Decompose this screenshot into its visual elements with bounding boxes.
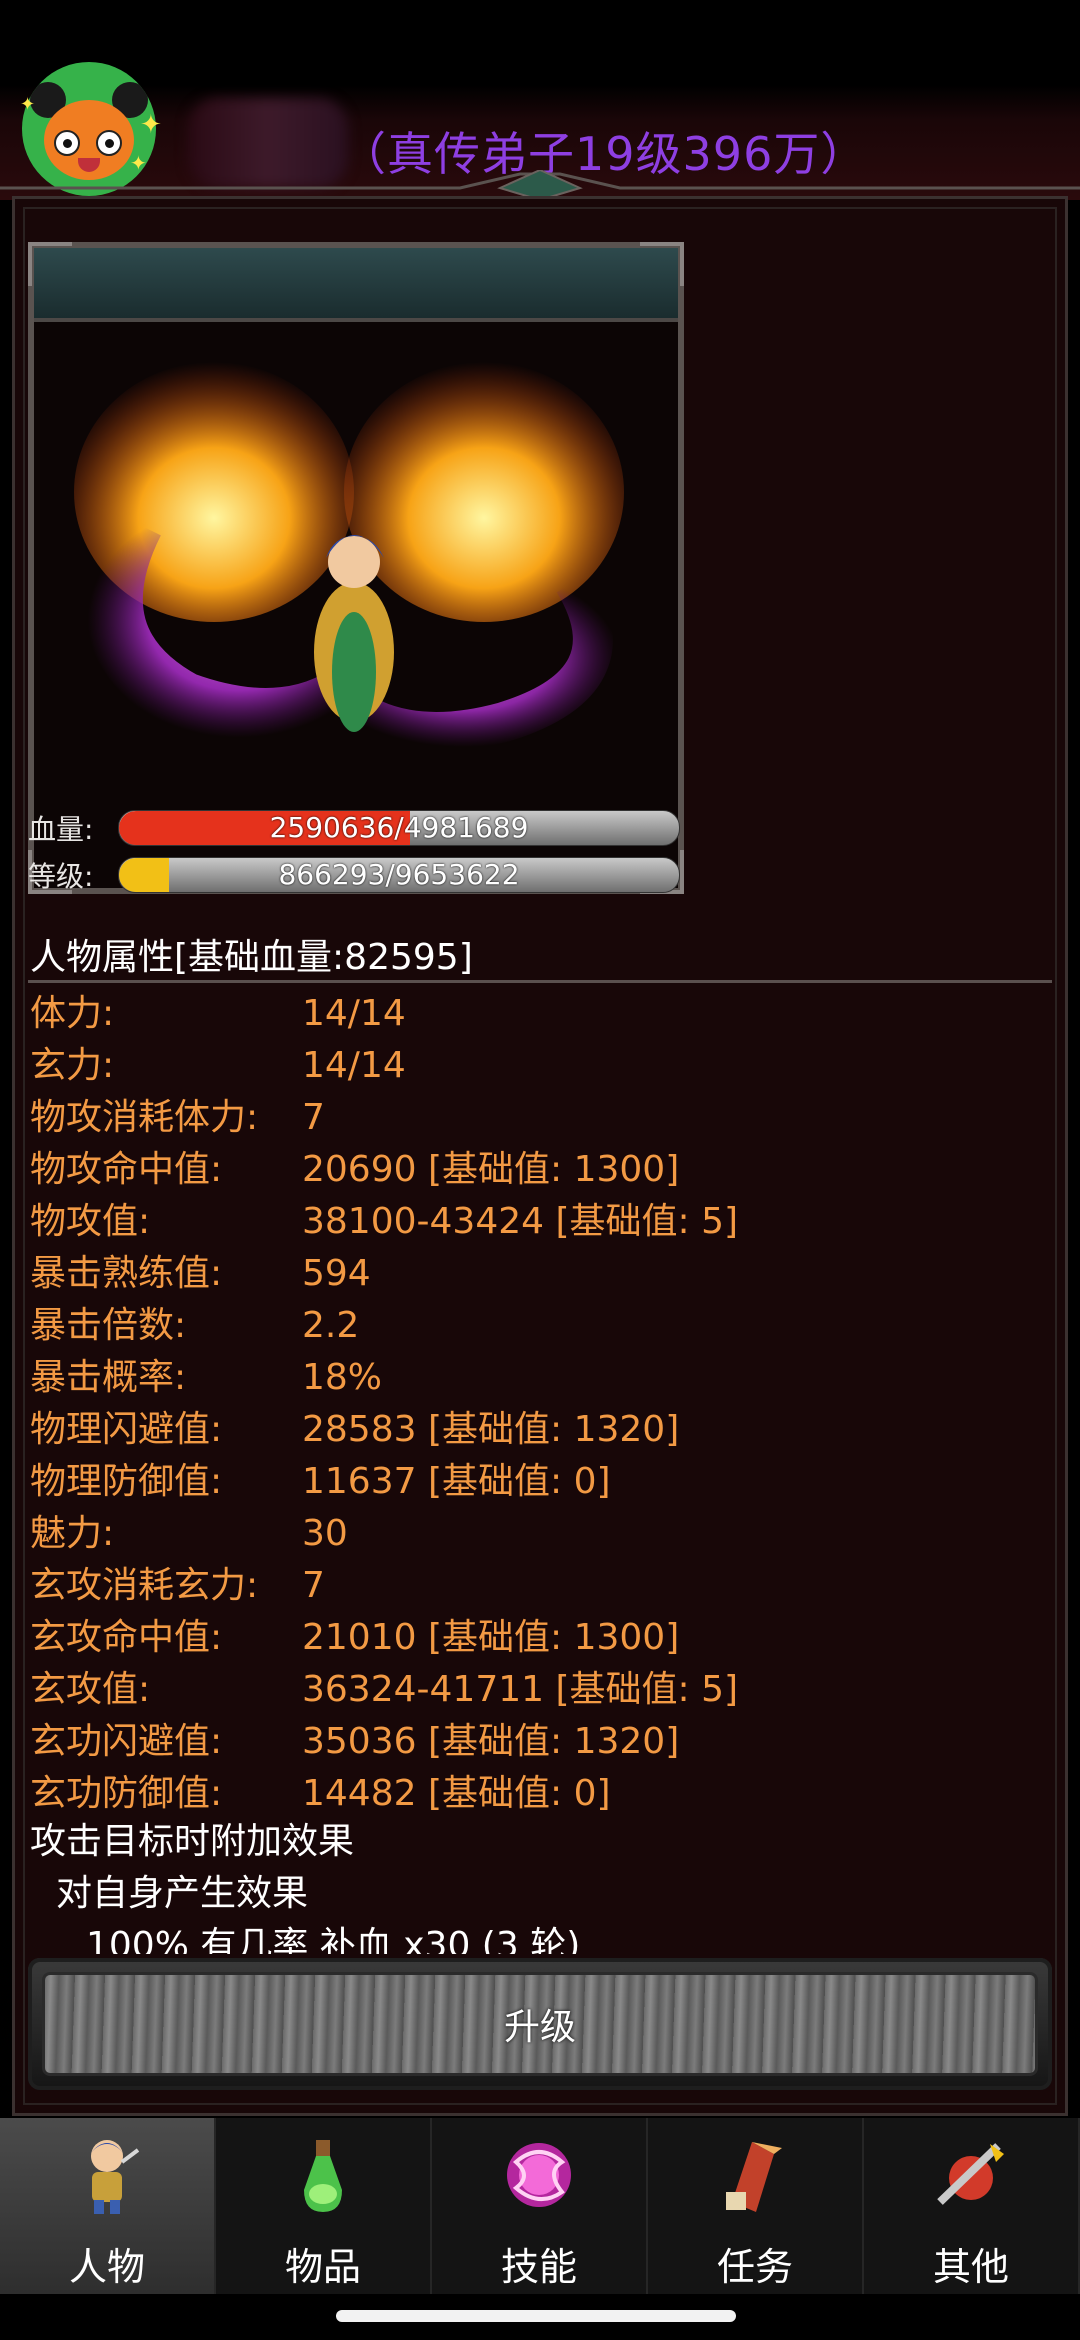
- attribute-value: 21010 [基础值: 1300]: [302, 1617, 680, 1658]
- attribute-value: 14/14: [302, 993, 406, 1034]
- attribute-row: 玄力: 14/14: [30, 1040, 1060, 1092]
- nav-tab-0[interactable]: 人物: [0, 2118, 216, 2294]
- attribute-value: 20690 [基础值: 1300]: [302, 1149, 680, 1190]
- attribute-key: 暴击概率:: [30, 1357, 187, 1398]
- attribute-key: 物攻消耗体力:: [30, 1097, 259, 1138]
- attribute-row: 物攻值: 38100-43424 [基础值: 5]: [30, 1196, 1060, 1248]
- attribute-row: 暴击倍数: 2.2: [30, 1300, 1060, 1352]
- attribute-value: 30: [302, 1513, 348, 1554]
- attribute-key: 物攻命中值:: [30, 1149, 223, 1190]
- nav-tab-4[interactable]: 其他: [864, 2118, 1080, 2294]
- attribute-row: 物攻消耗体力: 7: [30, 1092, 1060, 1144]
- sparkle-icon: ✦: [20, 94, 36, 115]
- attribute-key: 魅力:: [30, 1513, 115, 1554]
- effect-subheading: 对自身产生效果: [56, 1873, 309, 1914]
- exp-value: 866293/9653622: [278, 858, 520, 891]
- quest-flag-icon: [712, 2132, 798, 2218]
- nav-tab-label: 技能: [500, 2245, 577, 2289]
- home-indicator[interactable]: [336, 2310, 736, 2322]
- attribute-row: 物理闪避值: 28583 [基础值: 1320]: [30, 1404, 1060, 1456]
- attribute-row: 体力: 14/14: [30, 988, 1060, 1040]
- attributes-title: 人物属性[基础血量:82595]: [30, 937, 473, 978]
- attribute-key: 玄攻值:: [30, 1669, 151, 1710]
- other-tools-icon: [928, 2132, 1014, 2218]
- attribute-key: 玄功闪避值:: [30, 1721, 223, 1762]
- attribute-key: 物攻值:: [30, 1201, 151, 1242]
- attribute-row: 物攻命中值: 20690 [基础值: 1300]: [30, 1144, 1060, 1196]
- nav-tab-1[interactable]: 物品: [216, 2118, 432, 2294]
- attribute-key: 玄攻消耗玄力:: [30, 1565, 259, 1606]
- nav-tab-2[interactable]: 技能: [432, 2118, 648, 2294]
- attribute-value: 38100-43424 [基础值: 5]: [302, 1201, 739, 1242]
- nav-tab-3[interactable]: 任务: [648, 2118, 864, 2294]
- divider: [28, 980, 1052, 983]
- exp-bar: 866293/9653622: [118, 857, 680, 893]
- effects-scroll-area[interactable]: 攻击目标时附加效果 对自身产生效果 100% 有几率 补血 x30 (3 轮): [0, 1812, 1080, 1954]
- attribute-row: 玄攻消耗玄力: 7: [30, 1560, 1060, 1612]
- attributes-list: 体力: 14/14 玄力: 14/14 物攻消耗体力: 7 物攻命中值: 20690 [基础值…: [30, 988, 1060, 1820]
- potion-icon: [280, 2132, 366, 2218]
- nav-tab-label: 人物: [68, 2245, 145, 2289]
- attribute-value: 7: [302, 1565, 325, 1606]
- nav-tab-label: 物品: [284, 2245, 361, 2289]
- attribute-key: 玄攻命中值:: [30, 1617, 223, 1658]
- attribute-value: 35036 [基础值: 1320]: [302, 1721, 680, 1762]
- sparkle-icon: ✦: [140, 110, 162, 140]
- avatar-left-eye: [54, 130, 80, 156]
- attribute-value: 18%: [302, 1357, 383, 1398]
- attribute-key: 物理防御值:: [30, 1461, 223, 1502]
- attribute-key: 体力:: [30, 993, 115, 1034]
- hp-label: 血量:: [28, 813, 94, 846]
- attribute-row: 暴击熟练值: 594: [30, 1248, 1060, 1300]
- upgrade-button[interactable]: 升级: [42, 1972, 1038, 2076]
- effect-heading: 攻击目标时附加效果: [30, 1821, 355, 1862]
- attribute-value: 2.2: [302, 1305, 360, 1346]
- attribute-row: 玄功闪避值: 35036 [基础值: 1320]: [30, 1716, 1060, 1768]
- attribute-key: 暴击熟练值:: [30, 1253, 223, 1294]
- attribute-row: 玄攻命中值: 21010 [基础值: 1300]: [30, 1612, 1060, 1664]
- attribute-row: 暴击概率: 18%: [30, 1352, 1060, 1404]
- character-portrait-frame: [28, 242, 684, 894]
- character-icon: [64, 2132, 150, 2218]
- character-sprite: [74, 362, 624, 752]
- attribute-row: 魅力: 30: [30, 1508, 1060, 1560]
- bottom-nav: 人物 物品 技能 任务 其他: [0, 2118, 1080, 2294]
- attribute-key: 暴击倍数:: [30, 1305, 187, 1346]
- nav-tab-label: 任务: [716, 2245, 793, 2289]
- upgrade-button-frame: 升级: [28, 1958, 1052, 2090]
- attribute-row: 玄攻值: 36324-41711 [基础值: 5]: [30, 1664, 1060, 1716]
- attribute-key: 物理闪避值:: [30, 1409, 223, 1450]
- attribute-value: 7: [302, 1097, 325, 1138]
- attribute-value: 14/14: [302, 1045, 406, 1086]
- level-label: 等级:: [28, 860, 94, 893]
- attribute-value: 594: [302, 1253, 371, 1294]
- hp-value: 2590636/4981689: [269, 811, 529, 844]
- skill-orb-icon: [496, 2132, 582, 2218]
- effect-line: 100% 有几率 补血 x30 (3 轮): [86, 1925, 581, 1954]
- attribute-value: 28583 [基础值: 1320]: [302, 1409, 680, 1450]
- cartoon-dog-avatar-icon: [44, 100, 134, 180]
- attribute-value: 11637 [基础值: 0]: [302, 1461, 611, 1502]
- attribute-row: 物理防御值: 11637 [基础值: 0]: [30, 1456, 1060, 1508]
- attribute-value: 36324-41711 [基础值: 5]: [302, 1669, 739, 1710]
- portrait-header: [34, 248, 678, 322]
- avatar-right-eye: [96, 130, 122, 156]
- hp-bar: 2590636/4981689: [118, 810, 680, 846]
- attribute-key: 玄力:: [30, 1045, 115, 1086]
- nav-tab-label: 其他: [932, 2245, 1009, 2289]
